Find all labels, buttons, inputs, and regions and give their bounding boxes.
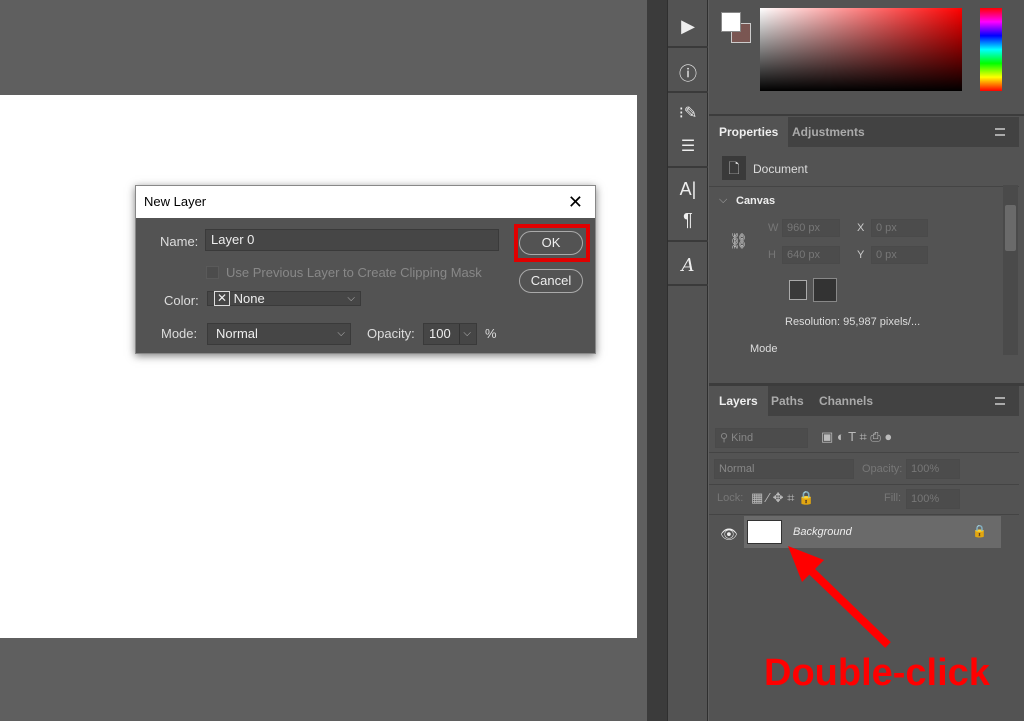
canvas-section-title: Canvas xyxy=(736,195,776,207)
chevron-down-icon: ⌵ xyxy=(337,328,345,339)
mode-label: Mode xyxy=(750,343,778,355)
tab-layers[interactable]: Layers xyxy=(709,386,768,416)
width-field[interactable]: 960 px xyxy=(782,219,840,237)
paragraph-icon[interactable]: ¶ xyxy=(668,210,708,231)
dialog-title: New Layer xyxy=(144,194,207,209)
tab-channels[interactable]: Channels xyxy=(809,386,883,416)
y-field[interactable]: 0 px xyxy=(871,246,928,264)
chevron-down-icon[interactable]: ⌵ xyxy=(459,324,471,344)
color-field[interactable] xyxy=(760,8,962,91)
layers-header: Layers Paths Channels xyxy=(709,386,1019,416)
new-layer-dialog: New Layer ✕ Name: Layer 0 Use Previous L… xyxy=(135,185,596,354)
blend-mode-select[interactable]: Normal xyxy=(714,459,854,479)
h-label: H xyxy=(768,249,776,261)
tab-paths[interactable]: Paths xyxy=(761,386,814,416)
filter-icons[interactable]: ▣ ◐ T ⌗ ⎙ ● xyxy=(821,429,892,445)
lock-icons[interactable]: ▦ ⁄ ✥ ⌗ 🔒 xyxy=(751,490,814,506)
chevron-down-icon: ⌵ xyxy=(347,293,355,304)
opacity-label: Opacity: xyxy=(862,463,903,475)
kind-label: Kind xyxy=(731,432,754,444)
name-input[interactable]: Layer 0 xyxy=(205,229,499,251)
document-label: Document xyxy=(753,162,808,176)
panel-menu-icon[interactable] xyxy=(995,128,1005,136)
dialog-title-bar: New Layer ✕ xyxy=(136,186,595,218)
search-icon: ⚲ xyxy=(720,432,732,444)
kind-filter[interactable]: ⚲ Kind xyxy=(715,428,808,448)
opacity-input[interactable]: 100 ⌵ xyxy=(423,323,477,345)
brush-presets-icon[interactable]: ⁝✎ xyxy=(668,103,708,123)
ok-button[interactable]: OK xyxy=(519,231,583,255)
properties-scrollbar[interactable] xyxy=(1003,185,1018,355)
color-value: None xyxy=(233,291,265,306)
visibility-eye-icon[interactable]: 👁 xyxy=(720,526,738,543)
tab-adjustments[interactable]: Adjustments xyxy=(782,117,875,147)
lock-icon: 🔒 xyxy=(972,524,987,538)
fill-field[interactable]: 100% xyxy=(906,489,960,509)
opacity-value: 100 xyxy=(429,326,451,341)
x-field[interactable]: 0 px xyxy=(871,219,928,237)
play-icon[interactable]: ▶ xyxy=(668,16,708,37)
opacity-label: Opacity: xyxy=(367,326,415,341)
landscape-icon[interactable] xyxy=(813,278,837,302)
panel-toolbar: ▶ ⓘ ⁝✎ ☰ A| ¶ A xyxy=(667,0,708,721)
annotation-arrow xyxy=(788,546,891,648)
annotation-text: Double-click xyxy=(764,652,990,694)
none-color-icon: ✕ xyxy=(214,291,230,306)
layer-name: Background xyxy=(793,526,852,538)
info-icon[interactable]: ⓘ xyxy=(668,60,708,86)
link-icon[interactable]: ⛓ xyxy=(729,232,748,250)
chevron-down-icon[interactable]: ⌵ xyxy=(719,194,727,207)
cancel-button[interactable]: Cancel xyxy=(519,269,583,293)
panel-dock-strip xyxy=(647,0,667,721)
document-icon: 🗋 xyxy=(722,156,746,180)
properties-header: Properties Adjustments xyxy=(709,117,1019,147)
color-label: Color: xyxy=(164,293,199,308)
mode-select[interactable]: Normal ⌵ xyxy=(207,323,351,345)
clipping-mask-label: Use Previous Layer to Create Clipping Ma… xyxy=(226,265,482,280)
name-label: Name: xyxy=(160,234,199,249)
document-canvas[interactable] xyxy=(0,95,637,638)
glyphs-icon[interactable]: A xyxy=(668,255,708,276)
foreground-color-swatch[interactable] xyxy=(721,12,741,32)
percent-label: % xyxy=(485,326,497,341)
mode-label: Mode: xyxy=(161,326,198,341)
w-label: W xyxy=(768,222,779,234)
layer-opacity-field[interactable]: 100% xyxy=(906,459,960,479)
resolution-text: Resolution: 95,987 pixels/... xyxy=(785,316,921,328)
portrait-icon[interactable] xyxy=(789,280,807,300)
y-label: Y xyxy=(857,249,865,261)
mode-value: Normal xyxy=(216,326,258,341)
hue-slider[interactable] xyxy=(980,8,1002,91)
brush-settings-icon[interactable]: ☰ xyxy=(668,136,708,156)
lock-label: Lock: xyxy=(717,492,744,504)
fill-label: Fill: xyxy=(884,492,902,504)
x-label: X xyxy=(857,222,865,234)
clipping-mask-checkbox[interactable] xyxy=(206,266,219,279)
close-icon[interactable]: ✕ xyxy=(568,186,583,218)
color-select[interactable]: ✕ None ⌵ xyxy=(207,291,361,306)
character-icon[interactable]: A| xyxy=(668,179,708,200)
height-field[interactable]: 640 px xyxy=(782,246,840,264)
panel-menu-icon[interactable] xyxy=(995,397,1005,405)
tab-properties[interactable]: Properties xyxy=(709,117,789,147)
